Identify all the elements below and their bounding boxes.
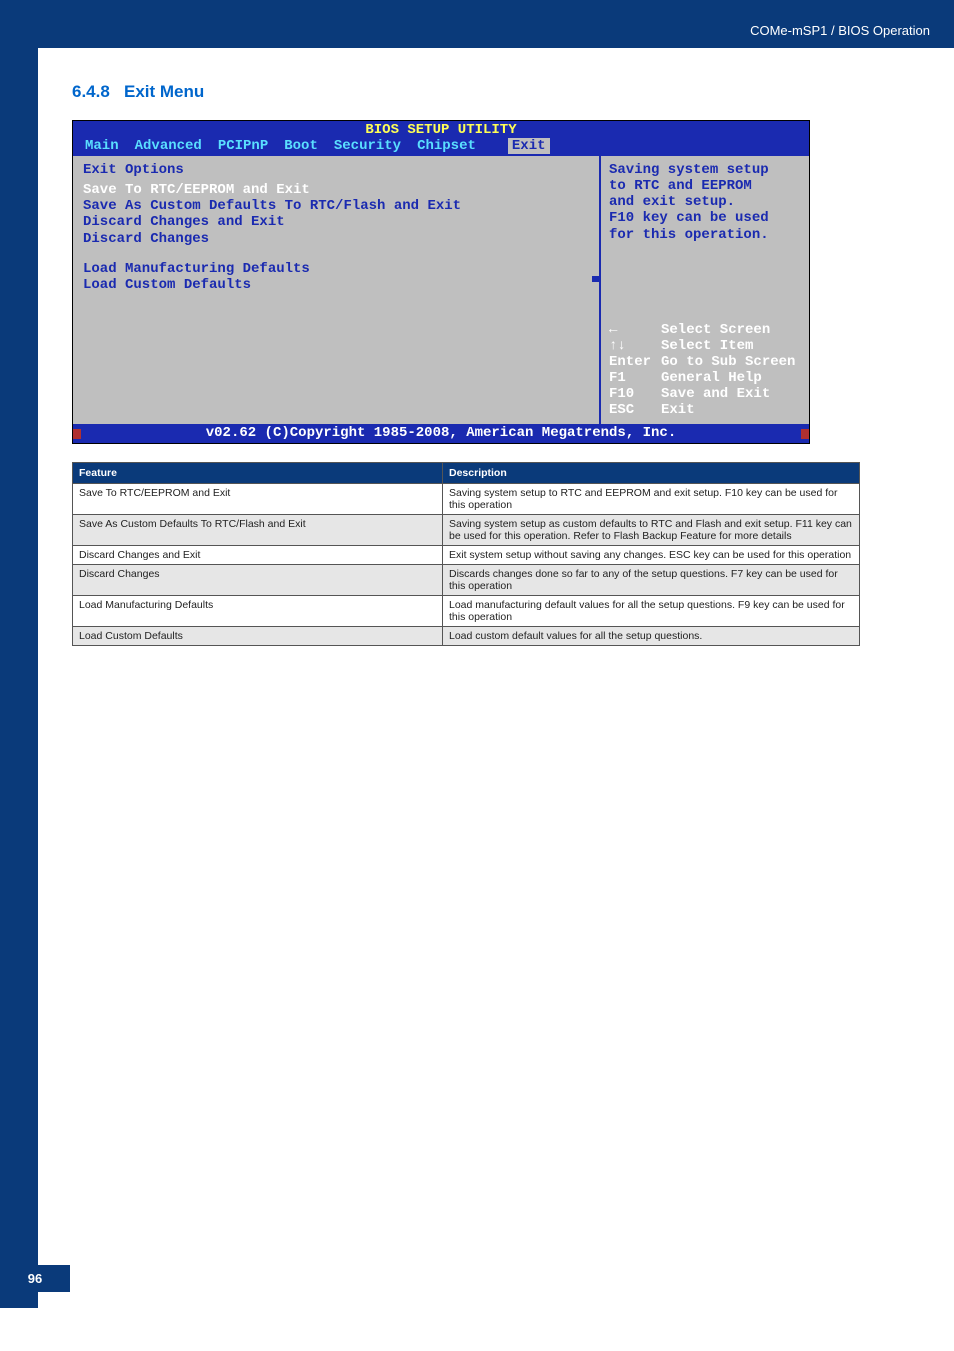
bios-tabs: Main Advanced PCIPnP Boot Security Chips… [73, 138, 809, 156]
bios-footer: v02.62 (C)Copyright 1985-2008, American … [81, 424, 801, 443]
section-number: 6.4.8 [72, 82, 110, 101]
cell-feature: Load Custom Defaults [73, 627, 443, 646]
table-row: Load Custom Defaults Load custom default… [73, 627, 860, 646]
bios-options-heading: Exit Options [83, 162, 589, 178]
help-line: to RTC and EEPROM [609, 178, 801, 194]
bios-item-save-custom[interactable]: Save As Custom Defaults To RTC/Flash and… [83, 198, 589, 214]
key: ↑↓ [609, 338, 661, 354]
cell-feature: Discard Changes and Exit [73, 546, 443, 565]
bios-screenshot: BIOS SETUP UTILITY Main Advanced PCIPnP … [72, 120, 810, 444]
footer-tick [801, 429, 809, 439]
bios-tab-boot[interactable]: Boot [282, 138, 332, 154]
help-line: Saving system setup [609, 162, 801, 178]
bios-tab-pcipnp[interactable]: PCIPnP [216, 138, 282, 154]
bios-tab-main[interactable]: Main [83, 138, 133, 154]
key-action: Exit [661, 402, 695, 418]
bios-left-pane: Exit Options Save To RTC/EEPROM and Exit… [73, 156, 599, 424]
cell-description: Exit system setup without saving any cha… [443, 546, 860, 565]
bios-title: BIOS SETUP UTILITY [73, 121, 809, 138]
section-name: Exit Menu [124, 82, 204, 101]
section-title: 6.4.8 Exit Menu [72, 82, 914, 102]
breadcrumb: COMe-mSP1 / BIOS Operation [750, 23, 930, 38]
table-row: Save To RTC/EEPROM and Exit Saving syste… [73, 484, 860, 515]
cell-description: Saving system setup to RTC and EEPROM an… [443, 484, 860, 515]
help-line: F10 key can be used [609, 210, 801, 226]
table-row: Save As Custom Defaults To RTC/Flash and… [73, 515, 860, 546]
footer-tick [73, 429, 81, 439]
key-action: Select Item [661, 338, 753, 354]
bios-tab-security[interactable]: Security [332, 138, 415, 154]
cell-feature: Save As Custom Defaults To RTC/Flash and… [73, 515, 443, 546]
key-action: Select Screen [661, 322, 770, 338]
page-number: 96 [0, 1265, 70, 1292]
bios-item-load-custom[interactable]: Load Custom Defaults [83, 277, 589, 293]
cell-description: Load manufacturing default values for al… [443, 596, 860, 627]
key-action: General Help [661, 370, 762, 386]
help-line: and exit setup. [609, 194, 801, 210]
key: Enter [609, 354, 661, 370]
key: F1 [609, 370, 661, 386]
bios-item-discard[interactable]: Discard Changes [83, 231, 589, 247]
bios-right-pane: Saving system setup to RTC and EEPROM an… [599, 156, 809, 424]
table-row: Discard Changes and Exit Exit system set… [73, 546, 860, 565]
bios-tab-advanced[interactable]: Advanced [133, 138, 216, 154]
cell-feature: Discard Changes [73, 565, 443, 596]
bios-key-legend: ←Select Screen ↑↓Select Item EnterGo to … [609, 322, 801, 419]
scroll-indicator [592, 276, 600, 282]
page-header: COMe-mSP1 / BIOS Operation [0, 0, 954, 48]
key: ESC [609, 402, 661, 418]
table-header-feature: Feature [73, 463, 443, 484]
key-action: Go to Sub Screen [661, 354, 795, 370]
bios-item-load-mfg[interactable]: Load Manufacturing Defaults [83, 261, 589, 277]
bios-item-save-exit[interactable]: Save To RTC/EEPROM and Exit [83, 182, 589, 198]
cell-description: Discards changes done so far to any of t… [443, 565, 860, 596]
key: F10 [609, 386, 661, 402]
cell-description: Load custom default values for all the s… [443, 627, 860, 646]
key: ← [609, 322, 661, 338]
table-row: Discard Changes Discards changes done so… [73, 565, 860, 596]
bios-help-text: Saving system setup to RTC and EEPROM an… [609, 162, 801, 242]
bios-tab-chipset[interactable]: Chipset [415, 138, 490, 154]
cell-feature: Save To RTC/EEPROM and Exit [73, 484, 443, 515]
cell-feature: Load Manufacturing Defaults [73, 596, 443, 627]
help-line: for this operation. [609, 227, 801, 243]
cell-description: Saving system setup as custom defaults t… [443, 515, 860, 546]
feature-table: Feature Description Save To RTC/EEPROM a… [72, 462, 860, 646]
bios-item-discard-exit[interactable]: Discard Changes and Exit [83, 214, 589, 230]
table-row: Load Manufacturing Defaults Load manufac… [73, 596, 860, 627]
key-action: Save and Exit [661, 386, 770, 402]
table-header-description: Description [443, 463, 860, 484]
bios-tab-exit[interactable]: Exit [508, 138, 550, 154]
